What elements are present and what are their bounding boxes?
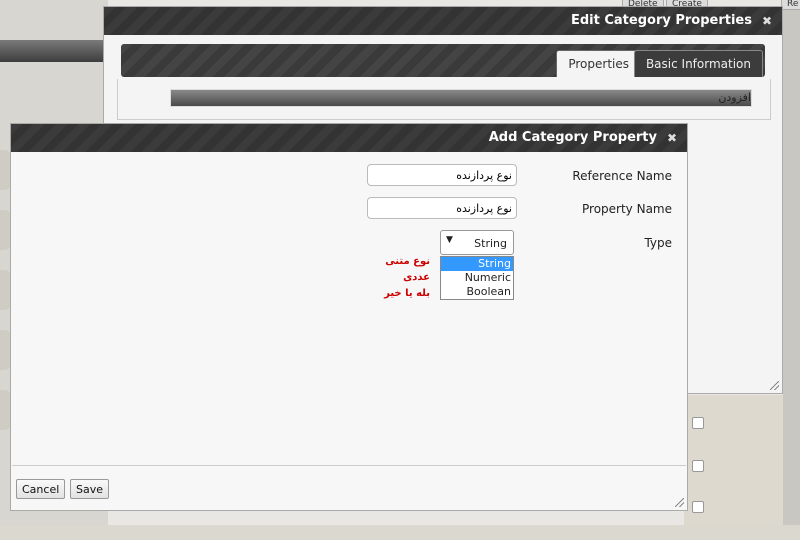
edit-dialog-titlebar[interactable]: Edit Category Properties ✖ [104, 7, 782, 35]
background-row-checkbox[interactable] [692, 417, 704, 429]
type-options-list: String Numeric Boolean [440, 256, 514, 300]
background-row-checkbox[interactable] [692, 501, 704, 513]
save-button[interactable]: Save [70, 479, 110, 499]
add-category-property-dialog: Add Category Property ✖ Reference Name P… [10, 123, 688, 511]
type-option-boolean[interactable]: Boolean [441, 285, 513, 299]
reference-name-label: Reference Name [572, 169, 672, 183]
background-footer [0, 525, 800, 540]
footer-divider [12, 465, 686, 466]
tab-basic-information[interactable]: Basic Information [633, 50, 763, 77]
add-dialog-titlebar[interactable]: Add Category Property ✖ [11, 124, 687, 152]
type-select[interactable]: ▼ String [440, 230, 514, 255]
type-label: Type [644, 236, 672, 250]
add-property-label: افزودن [718, 91, 751, 104]
resize-grip-icon[interactable] [675, 498, 684, 507]
type-option-string[interactable]: String [441, 257, 513, 271]
property-name-label: Property Name [582, 202, 672, 216]
background-extra-button[interactable]: Re [781, 0, 800, 10]
close-icon[interactable]: ✖ [762, 7, 772, 35]
hint-numeric: عددی [403, 272, 430, 283]
type-option-numeric[interactable]: Numeric [441, 271, 513, 285]
add-property-bar[interactable]: افزودن [170, 89, 752, 107]
close-icon[interactable]: ✖ [667, 124, 677, 152]
type-select-value: String [474, 237, 507, 250]
background-scrollbar[interactable] [783, 10, 800, 540]
dropdown-arrow-icon: ▼ [446, 235, 453, 245]
property-name-input[interactable] [367, 197, 517, 219]
add-dialog-title: Add Category Property [488, 130, 657, 145]
properties-panel: افزودن [117, 79, 771, 120]
background-toolbar-strip [0, 40, 108, 62]
edit-dialog-tabbar: Properties Basic Information [121, 44, 765, 77]
background-row-checkbox[interactable] [692, 460, 704, 472]
hint-string: نوع متنی [385, 256, 430, 267]
edit-dialog-title: Edit Category Properties [570, 13, 752, 28]
hint-boolean: بله یا خیر [384, 288, 430, 299]
tab-properties[interactable]: Properties [556, 50, 641, 77]
resize-grip-icon[interactable] [770, 381, 779, 390]
reference-name-input[interactable] [367, 164, 517, 186]
cancel-button[interactable]: Cancel [16, 479, 66, 499]
